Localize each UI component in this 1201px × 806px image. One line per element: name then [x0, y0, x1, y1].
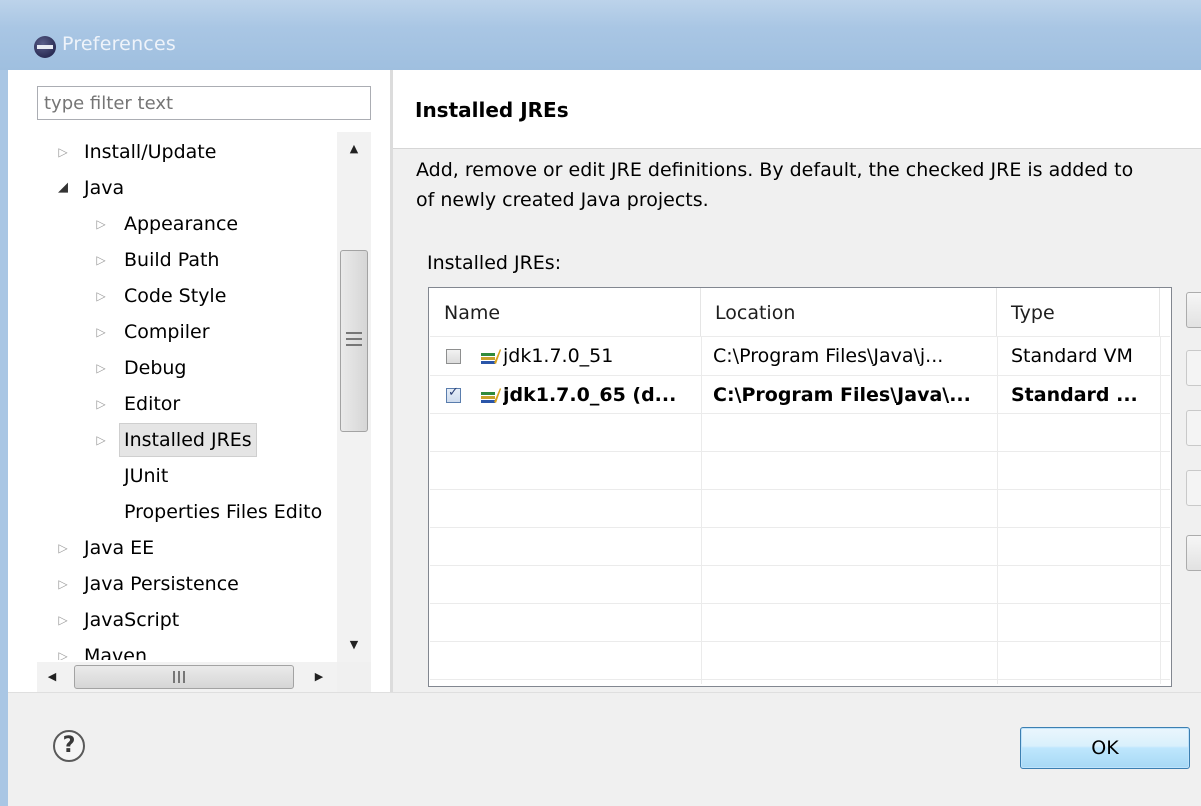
page-description: Add, remove or edit JRE definitions. By … [416, 155, 1201, 215]
scroll-right-arrow-icon[interactable]: ▶ [304, 662, 334, 692]
tree-item-java-persistence[interactable]: ▷ Java Persistence [37, 566, 337, 602]
page-title: Installed JREs [415, 98, 569, 122]
add-jre-button[interactable] [1186, 292, 1201, 328]
tree-item-code-style[interactable]: ▷ Code Style [37, 278, 337, 314]
table-row[interactable]: jdk1.7.0_51 C:\Program Files\Java\j... S… [431, 337, 1169, 375]
tree-item-editor[interactable]: ▷ Editor [37, 386, 337, 422]
column-header-filler [1160, 288, 1170, 336]
title-bar[interactable] [0, 0, 1201, 70]
twisty-collapsed-icon[interactable]: ▷ [55, 638, 71, 660]
scroll-grip-icon [173, 671, 186, 683]
search-jre-button[interactable] [1186, 535, 1201, 571]
preference-tree: ▷ Install/Update ◢ Java ▷ Appearance ▷ B… [37, 130, 337, 660]
grid-line [430, 451, 1170, 452]
grid-line [430, 603, 1170, 604]
duplicate-jre-button[interactable] [1186, 410, 1201, 446]
tree-item-label: Install/Update [84, 141, 217, 163]
tree-item-maven[interactable]: ▷ Maven [37, 638, 337, 660]
tree-item-label: Compiler [124, 321, 210, 343]
tree-item-java[interactable]: ◢ Java [37, 170, 337, 206]
ok-button[interactable]: OK [1020, 727, 1190, 769]
twisty-collapsed-icon[interactable]: ▷ [93, 350, 109, 386]
remove-jre-button[interactable] [1186, 470, 1201, 506]
grid-line [430, 489, 1170, 490]
twisty-collapsed-icon[interactable]: ▷ [93, 242, 109, 278]
tree-item-junit[interactable]: JUnit [37, 458, 337, 494]
tree-item-label: Build Path [124, 249, 220, 271]
twisty-collapsed-icon[interactable]: ▷ [93, 278, 109, 314]
tree-item-label: Java EE [84, 537, 155, 559]
window-frame-left [0, 70, 8, 806]
tree-item-compiler[interactable]: ▷ Compiler [37, 314, 337, 350]
tree-item-installed-jres[interactable]: ▷ Installed JREs [37, 422, 337, 458]
jre-location: C:\Program Files\Java\... [713, 384, 971, 406]
tree-item-label: Debug [124, 357, 187, 379]
tree-item-properties-files-editor[interactable]: Properties Files Edito [37, 494, 337, 530]
tree-item-label: JavaScript [84, 609, 180, 631]
scroll-left-arrow-icon[interactable]: ◀ [37, 662, 67, 692]
tree-item-build-path[interactable]: ▷ Build Path [37, 242, 337, 278]
twisty-collapsed-icon[interactable]: ▷ [93, 206, 109, 242]
scroll-down-arrow-icon[interactable]: ▼ [337, 628, 371, 662]
tree-item-appearance[interactable]: ▷ Appearance [37, 206, 337, 242]
scrollbar-corner [337, 662, 371, 692]
twisty-collapsed-icon[interactable]: ▷ [93, 314, 109, 350]
jre-library-icon [481, 388, 501, 403]
scroll-grip-icon [346, 332, 362, 346]
column-header-name[interactable]: Name [430, 288, 701, 336]
description-line: Add, remove or edit JRE definitions. By … [416, 159, 1134, 181]
column-header-location[interactable]: Location [701, 288, 997, 336]
twisty-expanded-icon[interactable]: ◢ [55, 170, 71, 206]
jre-checkbox-checked[interactable] [446, 385, 461, 403]
twisty-collapsed-icon[interactable]: ▷ [93, 386, 109, 422]
grid-line [430, 679, 1170, 680]
jre-type: Standard ... [1011, 384, 1138, 406]
column-header-type[interactable]: Type [997, 288, 1160, 336]
tree-item-label: Java [84, 177, 125, 199]
footer-separator [8, 692, 1201, 693]
tree-item-label: Appearance [124, 213, 239, 235]
edit-jre-button[interactable] [1186, 350, 1201, 386]
jre-checkbox[interactable] [446, 349, 461, 364]
jre-location: C:\Program Files\Java\j... [713, 345, 944, 367]
tree-item-label: Installed JREs [119, 423, 257, 457]
twisty-collapsed-icon[interactable]: ▷ [93, 422, 109, 458]
jre-type: Standard VM [1011, 345, 1133, 367]
tree-item-java-ee[interactable]: ▷ Java EE [37, 530, 337, 566]
installed-jres-label: Installed JREs: [427, 252, 562, 274]
twisty-collapsed-icon[interactable]: ▷ [55, 566, 71, 602]
table-row[interactable]: jdk1.7.0_65 (d... C:\Program Files\Java\… [431, 376, 1169, 414]
tree-item-label: Maven [84, 645, 148, 660]
tree-item-javascript[interactable]: ▷ JavaScript [37, 602, 337, 638]
filter-input[interactable] [37, 86, 371, 120]
grid-line [430, 527, 1170, 528]
tree-item-label: Java Persistence [84, 573, 239, 595]
tree-item-install-update[interactable]: ▷ Install/Update [37, 134, 337, 170]
help-icon[interactable]: ? [53, 730, 85, 762]
eclipse-icon [34, 36, 56, 58]
jre-library-icon [481, 349, 501, 364]
jre-name: jdk1.7.0_51 [503, 345, 614, 367]
tree-item-label: JUnit [124, 465, 169, 487]
grid-line [430, 641, 1170, 642]
tree-item-label: Code Style [124, 285, 227, 307]
twisty-collapsed-icon[interactable]: ▷ [55, 602, 71, 638]
scroll-up-arrow-icon[interactable]: ▲ [337, 132, 371, 166]
jre-name: jdk1.7.0_65 (d... [503, 384, 677, 406]
description-line: of newly created Java projects. [416, 189, 709, 211]
window-title: Preferences [62, 33, 176, 55]
grid-line [430, 565, 1170, 566]
twisty-collapsed-icon[interactable]: ▷ [55, 134, 71, 170]
tree-item-debug[interactable]: ▷ Debug [37, 350, 337, 386]
tree-item-label: Editor [124, 393, 181, 415]
tree-item-label: Properties Files Edito [124, 501, 323, 523]
twisty-collapsed-icon[interactable]: ▷ [55, 530, 71, 566]
